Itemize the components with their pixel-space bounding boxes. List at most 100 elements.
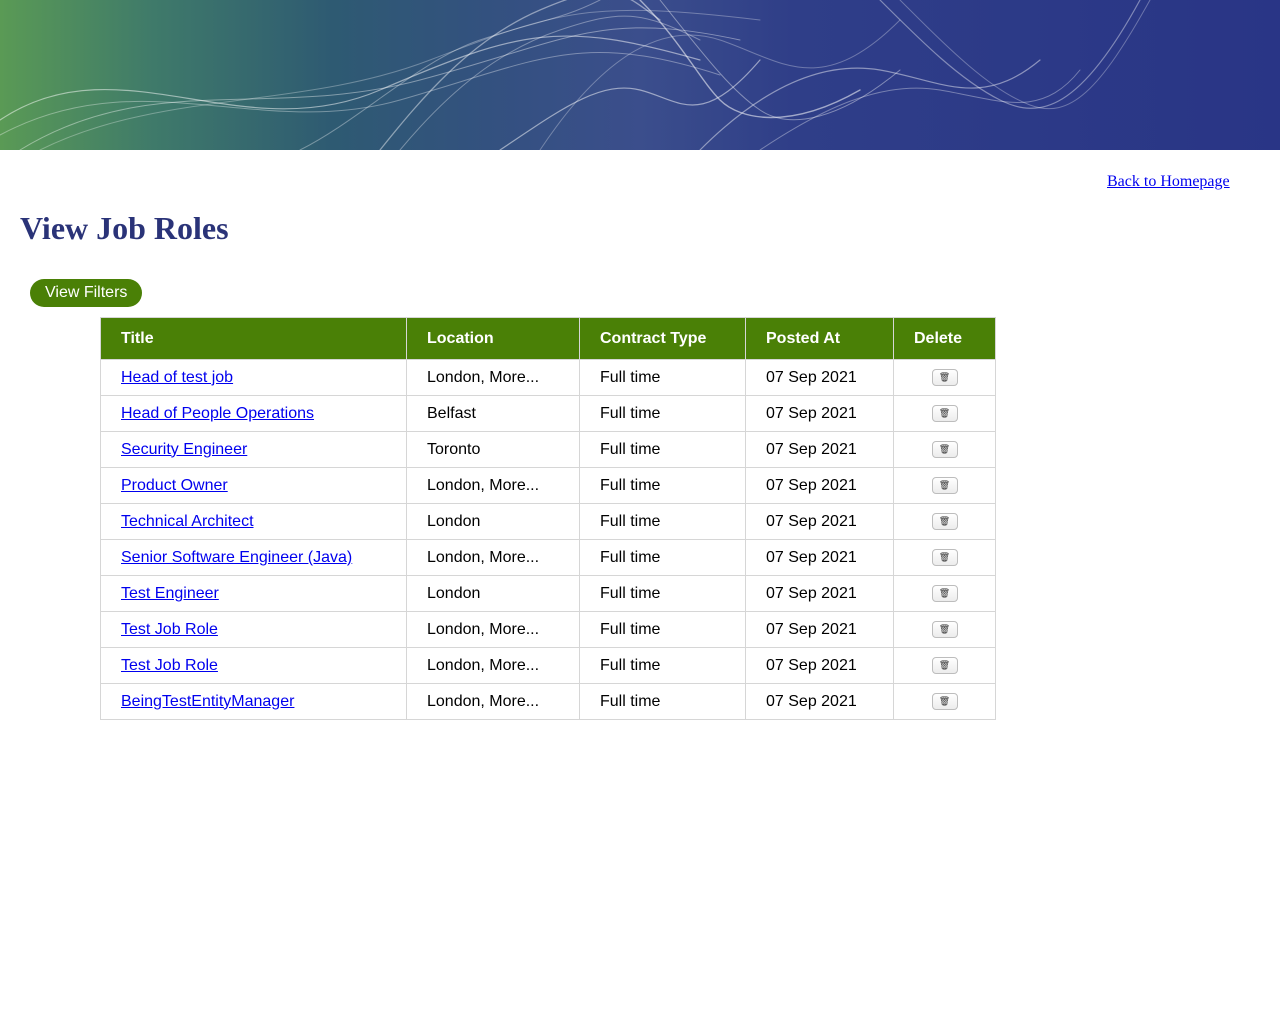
delete-cell: 🗑: [893, 683, 996, 720]
location-cell: London, More...: [406, 467, 580, 504]
job-role-link[interactable]: Test Engineer: [121, 585, 219, 602]
location-cell: London, More...: [406, 611, 580, 648]
posted-at-cell: 07 Sep 2021: [745, 683, 894, 720]
trash-icon: 🗑: [938, 371, 951, 382]
trash-icon: 🗑: [938, 659, 951, 670]
title-cell: Product Owner: [100, 467, 407, 504]
table-row: Test Engineer London Full time 07 Sep 20…: [100, 575, 996, 612]
trash-icon: 🗑: [938, 515, 951, 526]
delete-cell: 🗑: [893, 647, 996, 684]
delete-cell: 🗑: [893, 503, 996, 540]
location-cell: London: [406, 503, 580, 540]
delete-button[interactable]: 🗑: [931, 476, 958, 494]
delete-button[interactable]: 🗑: [931, 584, 958, 602]
column-header-contract-type: Contract Type: [579, 317, 746, 360]
contract-type-cell: Full time: [579, 683, 746, 720]
location-cell: London, More...: [406, 539, 580, 576]
delete-cell: 🗑: [893, 539, 996, 576]
delete-cell: 🗑: [893, 431, 996, 468]
delete-button[interactable]: 🗑: [931, 512, 958, 530]
job-role-link[interactable]: Test Job Role: [121, 657, 218, 674]
title-cell: Test Engineer: [100, 575, 407, 612]
title-cell: BeingTestEntityManager: [100, 683, 407, 720]
back-to-homepage-link[interactable]: Back to Homepage: [1107, 173, 1230, 191]
title-cell: Senior Software Engineer (Java): [100, 539, 407, 576]
title-cell: Test Job Role: [100, 611, 407, 648]
header-banner: [0, 0, 1280, 150]
table-row: Test Job Role London, More... Full time …: [100, 611, 996, 648]
job-roles-table: Title Location Contract Type Posted At D…: [100, 317, 996, 720]
job-role-link[interactable]: Test Job Role: [121, 621, 218, 638]
job-role-link[interactable]: Product Owner: [121, 477, 228, 494]
column-header-delete: Delete: [893, 317, 996, 360]
delete-cell: 🗑: [893, 467, 996, 504]
job-role-link[interactable]: BeingTestEntityManager: [121, 693, 294, 710]
location-cell: Toronto: [406, 431, 580, 468]
delete-cell: 🗑: [893, 359, 996, 396]
location-cell: London: [406, 575, 580, 612]
delete-cell: 🗑: [893, 611, 996, 648]
posted-at-cell: 07 Sep 2021: [745, 575, 894, 612]
posted-at-cell: 07 Sep 2021: [745, 395, 894, 432]
contract-type-cell: Full time: [579, 431, 746, 468]
posted-at-cell: 07 Sep 2021: [745, 431, 894, 468]
table-row: Senior Software Engineer (Java) London, …: [100, 539, 996, 576]
table-row: Product Owner London, More... Full time …: [100, 467, 996, 504]
posted-at-cell: 07 Sep 2021: [745, 539, 894, 576]
contract-type-cell: Full time: [579, 503, 746, 540]
delete-button[interactable]: 🗑: [931, 440, 958, 458]
trash-icon: 🗑: [938, 587, 951, 598]
view-filters-button[interactable]: View Filters: [30, 279, 143, 307]
title-cell: Head of People Operations: [100, 395, 407, 432]
trash-icon: 🗑: [938, 695, 951, 706]
posted-at-cell: 07 Sep 2021: [745, 503, 894, 540]
delete-cell: 🗑: [893, 575, 996, 612]
contract-type-cell: Full time: [579, 539, 746, 576]
delete-button[interactable]: 🗑: [931, 692, 958, 710]
title-cell: Head of test job: [100, 359, 407, 396]
delete-button[interactable]: 🗑: [931, 656, 958, 674]
table-row: Technical Architect London Full time 07 …: [100, 503, 996, 540]
delete-cell: 🗑: [893, 395, 996, 432]
location-cell: London, More...: [406, 683, 580, 720]
location-cell: London, More...: [406, 647, 580, 684]
table-row: Head of test job London, More... Full ti…: [100, 359, 996, 396]
column-header-posted-at: Posted At: [745, 317, 894, 360]
contract-type-cell: Full time: [579, 647, 746, 684]
posted-at-cell: 07 Sep 2021: [745, 467, 894, 504]
table-row: BeingTestEntityManager London, More... F…: [100, 683, 996, 720]
trash-icon: 🗑: [938, 623, 951, 634]
table-row: Head of People Operations Belfast Full t…: [100, 395, 996, 432]
column-header-title: Title: [100, 317, 407, 360]
column-header-location: Location: [406, 317, 580, 360]
contract-type-cell: Full time: [579, 467, 746, 504]
title-cell: Test Job Role: [100, 647, 407, 684]
contract-type-cell: Full time: [579, 575, 746, 612]
location-cell: London, More...: [406, 359, 580, 396]
job-role-link[interactable]: Senior Software Engineer (Java): [121, 549, 352, 566]
job-role-link[interactable]: Head of People Operations: [121, 405, 314, 422]
contract-type-cell: Full time: [579, 611, 746, 648]
delete-button[interactable]: 🗑: [931, 620, 958, 638]
posted-at-cell: 07 Sep 2021: [745, 647, 894, 684]
trash-icon: 🗑: [938, 443, 951, 454]
contract-type-cell: Full time: [579, 395, 746, 432]
title-cell: Technical Architect: [100, 503, 407, 540]
delete-button[interactable]: 🗑: [931, 368, 958, 386]
job-role-link[interactable]: Security Engineer: [121, 441, 247, 458]
trash-icon: 🗑: [938, 407, 951, 418]
delete-button[interactable]: 🗑: [931, 548, 958, 566]
table-row: Test Job Role London, More... Full time …: [100, 647, 996, 684]
location-cell: Belfast: [406, 395, 580, 432]
wave-pattern-graphic: [0, 0, 1151, 150]
delete-button[interactable]: 🗑: [931, 404, 958, 422]
posted-at-cell: 07 Sep 2021: [745, 611, 894, 648]
contract-type-cell: Full time: [579, 359, 746, 396]
job-role-link[interactable]: Technical Architect: [121, 513, 254, 530]
trash-icon: 🗑: [938, 551, 951, 562]
trash-icon: 🗑: [938, 479, 951, 490]
title-cell: Security Engineer: [100, 431, 407, 468]
page-title: View Job Roles: [20, 210, 229, 246]
table-header-row: Title Location Contract Type Posted At D…: [100, 317, 996, 360]
job-role-link[interactable]: Head of test job: [121, 369, 233, 386]
